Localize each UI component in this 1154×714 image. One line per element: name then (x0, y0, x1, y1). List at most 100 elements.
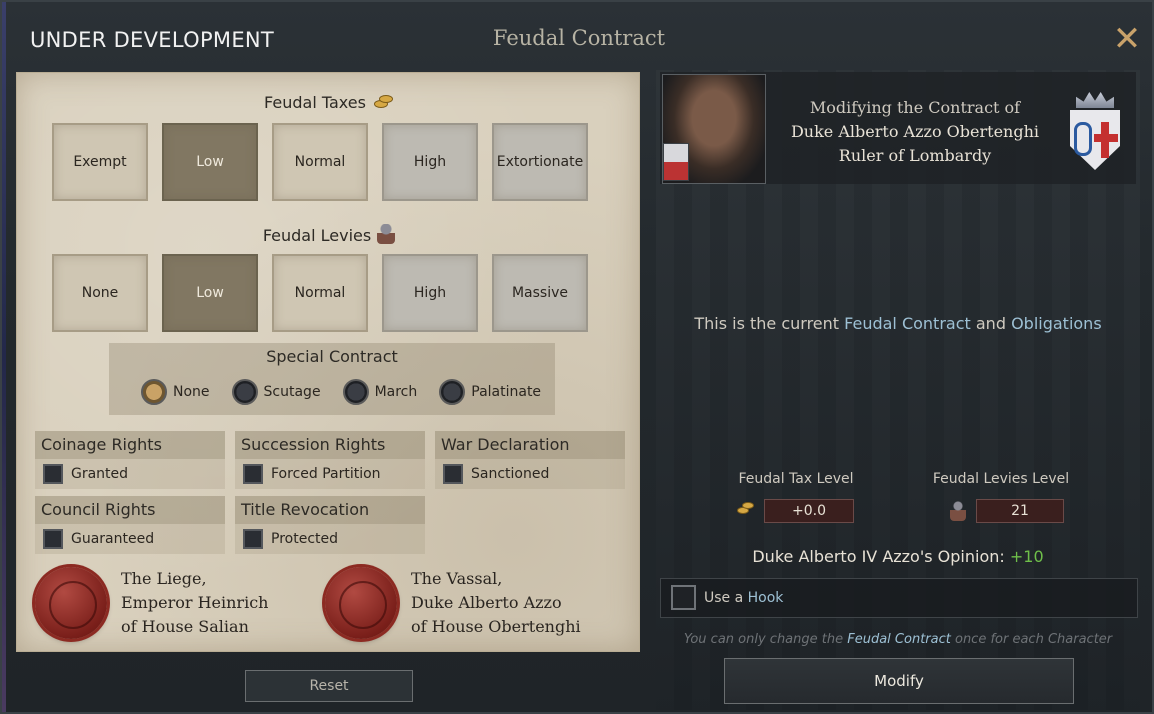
radio-icon[interactable] (342, 379, 369, 405)
liege-signature: The Liege, Emperor Heinrich of House Sal… (121, 567, 268, 639)
tax-level-value: +0.0 (764, 499, 854, 523)
current-prefix: This is the current (694, 314, 845, 333)
checkbox[interactable] (43, 464, 63, 484)
succession-forced-partition[interactable]: Forced Partition (235, 459, 425, 489)
levies-heading: Feudal Levies (17, 224, 641, 245)
radio-label: None (173, 384, 210, 400)
levies-level-value: 21 (976, 499, 1064, 523)
checkbox[interactable] (443, 464, 463, 484)
vassal-signature: The Vassal, Duke Alberto Azzo of House O… (411, 567, 581, 639)
opinion-value: +10 (1009, 547, 1044, 566)
radio-label: March (374, 384, 418, 400)
vassal-line: Duke Alberto Azzo (411, 593, 562, 612)
tax-option-low[interactable]: Low (162, 123, 258, 201)
levy-option-low[interactable]: Low (162, 254, 258, 332)
checkbox-label: Sanctioned (471, 466, 550, 482)
special-radio-none[interactable]: None (141, 379, 210, 405)
radio-icon[interactable] (439, 379, 466, 405)
coin-icon (736, 502, 756, 516)
special-radio-scutage[interactable]: Scutage (231, 379, 321, 405)
coin-icon (372, 95, 394, 109)
checkbox[interactable] (43, 529, 63, 549)
special-radio-march[interactable]: March (342, 379, 418, 405)
war-declaration-title: War Declaration (435, 431, 625, 459)
checkbox-label: Protected (271, 531, 338, 547)
contract-parchment: Feudal Taxes Exempt Low Normal High Exto… (16, 72, 640, 652)
special-contract-radios: None Scutage March Palatinate (141, 379, 541, 405)
levy-option-high[interactable]: High (382, 254, 478, 332)
opinion-line: Duke Alberto IV Azzo's Opinion: +10 (660, 547, 1136, 566)
tax-option-extortionate[interactable]: Extortionate (492, 123, 588, 201)
title-revocation-protected[interactable]: Protected (235, 524, 425, 554)
tax-option-normal[interactable]: Normal (272, 123, 368, 201)
tax-option-exempt[interactable]: Exempt (52, 123, 148, 201)
checkbox-label: Guaranteed (71, 531, 155, 547)
taxes-heading: Feudal Taxes (17, 93, 641, 112)
levies-options: None Low Normal High Massive (52, 254, 588, 332)
coat-of-arms-icon[interactable] (1070, 92, 1120, 170)
liege-line: Emperor Heinrich (121, 593, 269, 612)
checkbox[interactable] (243, 464, 263, 484)
soldier-icon (377, 224, 396, 244)
title-revocation-title: Title Revocation (235, 496, 425, 524)
cross-icon-bar (1094, 134, 1118, 142)
crown-icon (1076, 92, 1114, 108)
tax-option-high[interactable]: High (382, 123, 478, 201)
levy-option-massive[interactable]: Massive (492, 254, 588, 332)
council-rights: Council Rights Guaranteed (35, 496, 225, 554)
opinion-suffix: 's Opinion: (919, 547, 1010, 566)
feudal-contract-link[interactable]: Feudal Contract (844, 314, 971, 333)
modifying-label: Modifying the Contract of (809, 98, 1021, 117)
council-rights-title: Council Rights (35, 496, 225, 524)
succession-rights: Succession Rights Forced Partition (235, 431, 425, 489)
use-hook-checkbox[interactable] (671, 585, 696, 610)
levies-level-label: Feudal Levies Level (932, 471, 1070, 487)
coinage-rights-granted[interactable]: Granted (35, 459, 225, 489)
vassal-seal-icon (325, 567, 397, 639)
radio-label: Palatinate (471, 384, 542, 400)
coinage-rights: Coinage Rights Granted (35, 431, 225, 489)
current-contract-text: This is the current Feudal Contract and … (660, 314, 1136, 333)
succession-rights-title: Succession Rights (235, 431, 425, 459)
note-suffix: once for each Character (950, 632, 1113, 647)
tax-level-label: Feudal Tax Level (738, 471, 854, 487)
modify-button[interactable]: Modify (724, 658, 1074, 704)
portrait-coat-of-arms-icon[interactable] (663, 143, 689, 181)
war-declaration-sanctioned[interactable]: Sanctioned (435, 459, 625, 489)
obligations-link[interactable]: Obligations (1011, 314, 1102, 333)
hook-prefix: Use a (704, 590, 748, 606)
hook-link[interactable]: Hook (748, 590, 784, 606)
reset-button[interactable]: Reset (245, 670, 413, 702)
use-hook-label[interactable]: Use a Hook (704, 590, 783, 606)
character-name[interactable]: Duke Alberto Azzo Obertenghi (770, 120, 1060, 144)
checkbox-label: Granted (71, 466, 129, 482)
levies-title: Feudal Levies (262, 226, 372, 245)
levy-option-none[interactable]: None (52, 254, 148, 332)
liege-seal-icon (35, 567, 107, 639)
council-rights-guaranteed[interactable]: Guaranteed (35, 524, 225, 554)
liege-line: of House Salian (121, 617, 249, 636)
note-prefix: You can only change the (683, 632, 848, 647)
radio-selected-icon[interactable] (141, 379, 167, 405)
coinage-rights-title: Coinage Rights (35, 431, 225, 459)
title-revocation: Title Revocation Protected (235, 496, 425, 554)
close-icon[interactable]: ✕ (1110, 22, 1144, 56)
serpent-icon (1074, 122, 1092, 156)
checkbox[interactable] (243, 529, 263, 549)
opinion-character[interactable]: Duke Alberto IV Azzo (752, 547, 919, 566)
current-mid: and (970, 314, 1012, 333)
levy-option-normal[interactable]: Normal (272, 254, 368, 332)
vassal-line: The Vassal, (411, 569, 503, 588)
radio-label: Scutage (263, 384, 321, 400)
liege-line: The Liege, (121, 569, 207, 588)
character-title: Ruler of Lombardy (838, 146, 992, 165)
vassal-line: of House Obertenghi (411, 617, 581, 636)
change-limit-note: You can only change the Feudal Contract … (660, 632, 1136, 647)
window-title: Feudal Contract (492, 26, 666, 50)
note-feudal-contract-link[interactable]: Feudal Contract (847, 632, 951, 647)
radio-icon[interactable] (231, 379, 258, 405)
soldier-icon (950, 501, 966, 521)
special-radio-palatinate[interactable]: Palatinate (439, 379, 541, 405)
character-info: Modifying the Contract of Duke Alberto A… (770, 96, 1060, 168)
war-declaration: War Declaration Sanctioned (435, 431, 625, 489)
